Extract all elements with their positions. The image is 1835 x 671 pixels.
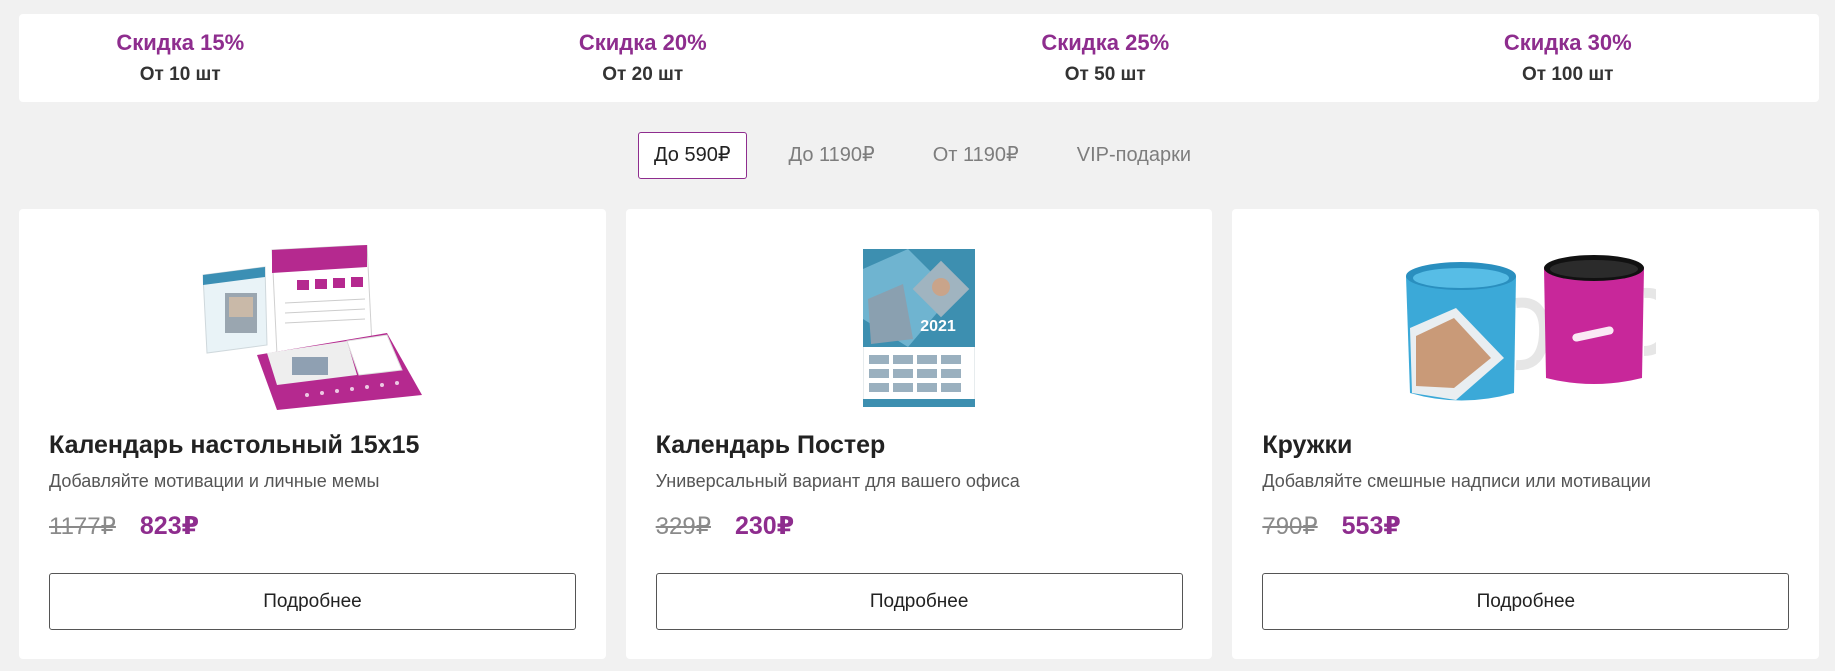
desk-calendar-image <box>19 245 606 410</box>
tab-under-1190[interactable]: До 1190₽ <box>773 132 891 179</box>
poster-calendar-image: 2021 <box>626 245 1213 410</box>
details-button[interactable]: Подробнее <box>1262 573 1790 630</box>
old-price: 790₽ <box>1262 513 1318 540</box>
price-block: 1177₽ 823₽ <box>49 511 199 541</box>
old-price: 329₽ <box>655 513 711 540</box>
product-title[interactable]: Календарь настольный 15х15 <box>49 431 419 460</box>
discount-title: Скидка 20% <box>578 29 707 55</box>
old-price: 1177₽ <box>49 513 116 540</box>
discount-quantity: От 20 шт <box>602 63 684 85</box>
discount-tier: Скидка 25% От 50 шт <box>854 14 1357 102</box>
mugs-image <box>1232 245 1819 410</box>
tab-under-590[interactable]: До 590₽ <box>638 132 747 179</box>
product-description: Добавляйте смешные надписи или мотивации <box>1262 471 1651 491</box>
new-price: 230₽ <box>734 512 795 540</box>
product-card-poster-calendar: 2021 Календарь Постер Универсальный вари… <box>625 209 1213 659</box>
product-title[interactable]: Кружки <box>1262 431 1352 460</box>
product-card-mugs: Кружки Добавляйте смешные надписи или мо… <box>1232 209 1820 659</box>
new-price: 553₽ <box>1341 512 1401 540</box>
poster-year-text: 2021 <box>920 318 956 335</box>
discount-tier: Скидка 20% От 20 шт <box>392 14 895 102</box>
tab-from-1190[interactable]: От 1190₽ <box>917 132 1035 179</box>
price-block: 790₽ 553₽ <box>1262 511 1400 541</box>
product-description: Универсальный вариант для вашего офиса <box>655 471 1020 491</box>
discount-quantity: От 10 шт <box>139 63 221 85</box>
product-title[interactable]: Календарь Постер <box>656 431 886 460</box>
product-card-desk-calendar: Календарь настольный 15х15 Добавляйте мо… <box>19 209 606 659</box>
discount-title: Скидка 15% <box>116 29 245 55</box>
details-button[interactable]: Подробнее <box>655 573 1183 630</box>
discount-tiers: Скидка 15% От 10 шт Скидка 20% От 20 шт … <box>19 14 1819 102</box>
discount-tier: Скидка 15% От 10 шт <box>0 14 432 102</box>
discount-title: Скидка 25% <box>1041 29 1170 55</box>
discount-title: Скидка 30% <box>1503 29 1632 55</box>
product-description: Добавляйте мотивации и личные мемы <box>49 471 380 491</box>
discount-tier: Скидка 30% От 100 шт <box>1317 14 1820 102</box>
tab-vip-gifts[interactable]: VIP-подарки <box>1061 132 1207 179</box>
price-block: 329₽ 230₽ <box>656 511 794 541</box>
price-filter-tabs: До 590₽ До 1190₽ От 1190₽ VIP-подарки <box>0 132 1835 179</box>
product-list: Календарь настольный 15х15 Добавляйте мо… <box>19 209 1820 659</box>
discount-quantity: От 50 шт <box>1064 63 1146 85</box>
new-price: 823₽ <box>139 512 199 540</box>
discount-quantity: От 100 шт <box>1522 63 1614 85</box>
details-button[interactable]: Подробнее <box>49 573 576 630</box>
